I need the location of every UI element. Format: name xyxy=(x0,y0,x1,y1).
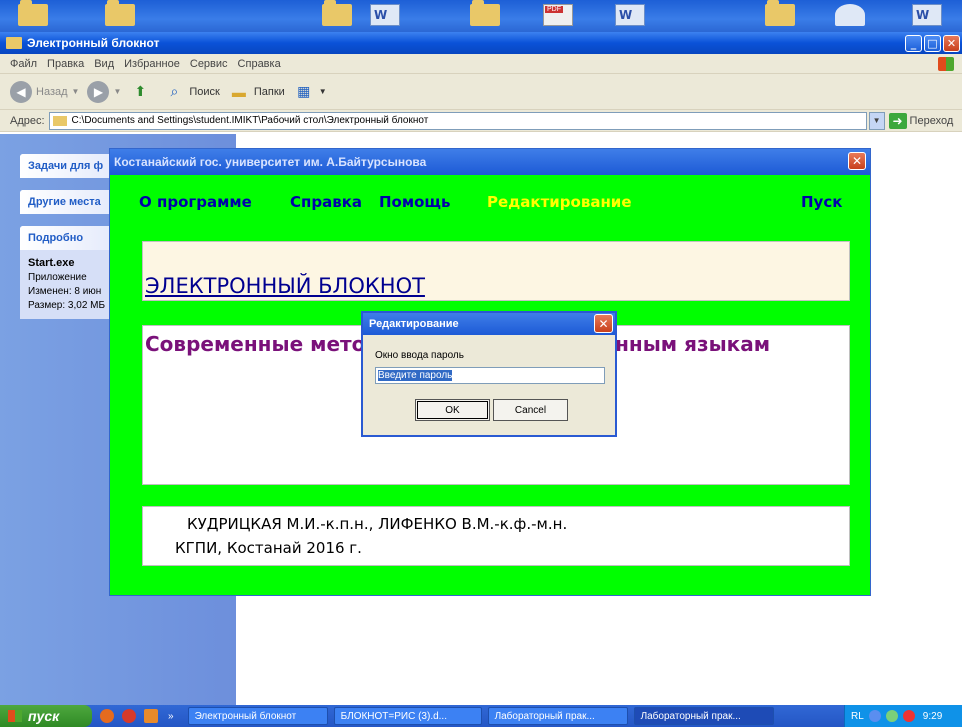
maximize-button[interactable]: □ xyxy=(924,35,941,52)
pdf-icon[interactable] xyxy=(543,4,573,26)
network-tray-icon[interactable] xyxy=(885,710,898,722)
go-label: Переход xyxy=(909,114,954,127)
chevron-down-icon: ▼ xyxy=(71,87,80,96)
task-label: Лабораторный прак... xyxy=(640,710,741,722)
menu-favorites[interactable]: Избранное xyxy=(124,58,180,70)
menu-start[interactable]: Пуск xyxy=(801,193,842,211)
password-input-value: Введите пароль xyxy=(378,370,453,381)
views-icon: ▦ xyxy=(297,83,311,99)
task-lab-2[interactable]: Лабораторный прак... xyxy=(633,707,774,725)
folders-label: Папки xyxy=(253,85,285,98)
menu-assist[interactable]: Помощь xyxy=(379,193,451,211)
folder-icon[interactable] xyxy=(470,0,500,26)
task-word-doc[interactable]: БЛОКНОТ=РИС (3).d... xyxy=(333,707,482,725)
folder-icon[interactable] xyxy=(765,0,795,26)
search-button[interactable]: ⌕ Поиск xyxy=(163,82,219,102)
app-close-button[interactable]: ✕ xyxy=(848,152,866,170)
folder-icon[interactable] xyxy=(18,0,48,26)
menu-help-ref[interactable]: Справка xyxy=(290,193,362,211)
authors-line: КУДРИЦКАЯ М.И.-к.п.н., ЛИФЕНКО В.М.-к.ф.… xyxy=(187,515,568,533)
clock: 9:29 xyxy=(922,710,943,722)
folder-icon[interactable] xyxy=(105,0,135,26)
menu-edit[interactable]: Правка xyxy=(47,58,84,70)
heading-link[interactable]: ЭЛЕКТРОННЫЙ БЛОКНОТ xyxy=(145,274,425,298)
password-input[interactable]: Введите пароль xyxy=(375,367,605,384)
back-arrow-icon: ◀ xyxy=(10,80,32,103)
address-bar: Адрес: C:\Documents and Settings\student… xyxy=(0,110,962,132)
chevron-left-icon[interactable] xyxy=(868,710,881,722)
opera-tray-icon[interactable] xyxy=(902,710,915,722)
task-label: БЛОКНОТ=РИС (3).d... xyxy=(340,710,447,722)
task-explorer[interactable]: Электронный блокнот xyxy=(187,707,328,725)
institution-line: КГПИ, Костанай 2016 г. xyxy=(175,539,362,557)
chevron-down-icon: ▼ xyxy=(318,87,327,96)
explorer-title: Электронный блокнот xyxy=(27,36,160,50)
cancel-button[interactable]: Cancel xyxy=(493,399,568,421)
dialog-close-button[interactable]: ✕ xyxy=(594,314,613,333)
up-arrow-icon: ⬆ xyxy=(134,83,147,99)
start-label: пуск xyxy=(28,708,60,724)
folders-button[interactable]: ▬ Папки xyxy=(228,82,285,102)
heading-panel: ЭЛЕКТРОННЫЙ БЛОКНОТ xyxy=(142,241,850,301)
menu-about[interactable]: О программе xyxy=(139,193,252,211)
chevron-down-icon: ▼ xyxy=(113,87,122,96)
address-input[interactable]: C:\Documents and Settings\student.IMIKT\… xyxy=(48,111,867,130)
password-dialog: Редактирование ✕ Окно ввода пароль Введи… xyxy=(361,311,617,437)
opera-icon[interactable] xyxy=(122,709,136,723)
folder-icon xyxy=(6,37,22,49)
up-folder-button[interactable]: ⬆ xyxy=(129,82,155,102)
folder-icon[interactable] xyxy=(322,0,352,26)
authors-panel: КУДРИЦКАЯ М.И.-к.п.н., ЛИФЕНКО В.М.-к.ф.… xyxy=(142,506,850,566)
menu-file[interactable]: Файл xyxy=(10,58,37,70)
go-button[interactable]: ➜ Переход xyxy=(888,112,954,129)
windows-logo-icon xyxy=(938,57,954,71)
app-quick-icon[interactable] xyxy=(144,709,158,723)
address-dropdown-button[interactable]: ▼ xyxy=(868,111,885,130)
go-arrow-icon: ➜ xyxy=(888,112,907,129)
dialog-title: Редактирование xyxy=(369,318,459,330)
word-icon[interactable] xyxy=(370,4,400,26)
forward-button[interactable]: ▶ ▼ xyxy=(87,80,122,103)
back-button[interactable]: ◀ Назад ▼ xyxy=(10,80,80,103)
ok-button[interactable]: OK xyxy=(415,399,490,421)
close-button[interactable]: ✕ xyxy=(943,35,960,52)
taskbar: пуск » Электронный блокнот БЛОКНОТ=РИС (… xyxy=(0,705,962,727)
views-button[interactable]: ▦ ▼ xyxy=(293,82,327,102)
search-icon: ⌕ xyxy=(170,83,179,99)
search-label: Поиск xyxy=(189,85,220,98)
menu-tools[interactable]: Сервис xyxy=(190,58,228,70)
browser-icon[interactable] xyxy=(100,709,114,723)
app-menu: О программе Справка Помощь Редактировани… xyxy=(110,193,870,219)
forward-arrow-icon: ▶ xyxy=(87,80,110,103)
toolbar: ◀ Назад ▼ ▶ ▼ ⬆ ⌕ Поиск ▬ Папки ▦ ▼ xyxy=(0,74,962,110)
task-label: Лабораторный прак... xyxy=(494,710,595,722)
task-label: Электронный блокнот xyxy=(194,710,297,722)
menu-bar: Файл Правка Вид Избранное Сервис Справка xyxy=(0,54,962,74)
minimize-button[interactable]: _ xyxy=(905,35,922,52)
network-icon[interactable] xyxy=(835,4,865,26)
word-icon[interactable] xyxy=(912,4,942,26)
address-label: Адрес: xyxy=(10,114,45,127)
password-label: Окно ввода пароль xyxy=(375,350,464,361)
app-titlebar[interactable]: Костанайский гос. университет им. А.Байт… xyxy=(110,149,870,175)
start-button[interactable]: пуск xyxy=(0,705,92,727)
back-label: Назад xyxy=(36,85,68,98)
menu-help[interactable]: Справка xyxy=(238,58,281,70)
menu-view[interactable]: Вид xyxy=(94,58,114,70)
task-lab-1[interactable]: Лабораторный прак... xyxy=(487,707,628,725)
chevron-right-icon[interactable]: » xyxy=(168,711,174,722)
dialog-titlebar[interactable]: Редактирование xyxy=(363,313,615,335)
detail-file-name: Start.exe xyxy=(28,257,75,269)
system-tray: RL 9:29 xyxy=(844,705,962,727)
desktop-icon-strip xyxy=(0,0,962,32)
explorer-titlebar[interactable]: Электронный блокнот _ □ ✕ xyxy=(0,32,962,54)
word-icon[interactable] xyxy=(615,4,645,26)
menu-editing[interactable]: Редактирование xyxy=(487,193,632,211)
app-title: Костанайский гос. университет им. А.Байт… xyxy=(114,155,427,169)
language-indicator[interactable]: RL xyxy=(851,711,864,722)
folders-icon: ▬ xyxy=(231,83,246,100)
